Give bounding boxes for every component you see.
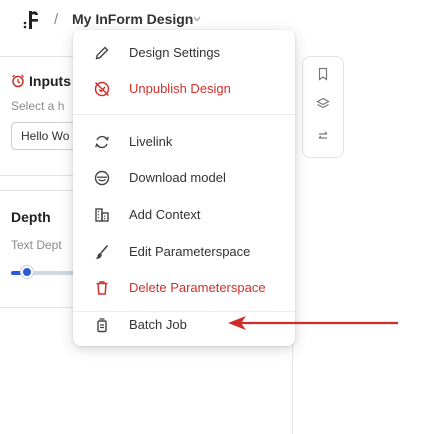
pencil-icon	[95, 46, 109, 60]
menu-item-label: Batch Job	[129, 317, 187, 332]
menu-item-edit-parameterspace[interactable]: Edit Parameterspace	[73, 235, 295, 269]
download-model-icon	[94, 170, 110, 186]
annotation-arrow-icon	[228, 316, 398, 330]
menu-item-label: Unpublish Design	[129, 81, 231, 96]
chevron-down-icon[interactable]	[192, 14, 202, 24]
layers-icon[interactable]	[316, 97, 330, 111]
design-title[interactable]: My InForm Design	[72, 11, 193, 27]
menu-item-label: Edit Parameterspace	[129, 244, 251, 259]
alarm-clock-icon	[12, 74, 24, 88]
menu-item-label: Add Context	[129, 207, 201, 222]
depth-subtitle: Text Dept	[11, 238, 62, 252]
menu-item-label: Livelink	[129, 134, 173, 149]
inputs-subtitle: Select a h	[11, 99, 65, 113]
batch-job-icon	[97, 318, 107, 333]
menu-item-unpublish-design[interactable]: Unpublish Design	[73, 72, 295, 106]
app-logo-icon[interactable]	[22, 9, 40, 31]
menu-item-livelink[interactable]: Livelink	[73, 125, 295, 159]
brush-icon	[95, 244, 109, 259]
menu-divider	[73, 114, 295, 115]
unpublish-icon	[94, 81, 110, 97]
design-dropdown-menu: Design Settings Unpublish Design Livelin…	[73, 30, 295, 346]
inputs-title: Inputs	[29, 73, 71, 89]
menu-item-add-context[interactable]: Add Context	[73, 198, 295, 232]
trash-icon	[96, 281, 108, 295]
breadcrumb-separator: /	[54, 11, 59, 28]
menu-item-delete-parameterspace[interactable]: Delete Parameterspace	[73, 271, 295, 305]
menu-item-label: Delete Parameterspace	[129, 280, 266, 295]
depth-slider-handle[interactable]	[21, 266, 33, 278]
menu-item-label: Download model	[129, 170, 226, 185]
depth-title: Depth	[11, 209, 51, 225]
swap-icon[interactable]	[316, 129, 330, 143]
menu-item-label: Design Settings	[129, 45, 221, 60]
side-toolbar	[302, 56, 344, 158]
buildings-icon	[95, 208, 109, 222]
menu-item-download-model[interactable]: Download model	[73, 161, 295, 195]
sync-icon	[95, 135, 109, 149]
bookmark-icon[interactable]	[316, 67, 330, 81]
menu-item-design-settings[interactable]: Design Settings	[73, 36, 295, 70]
